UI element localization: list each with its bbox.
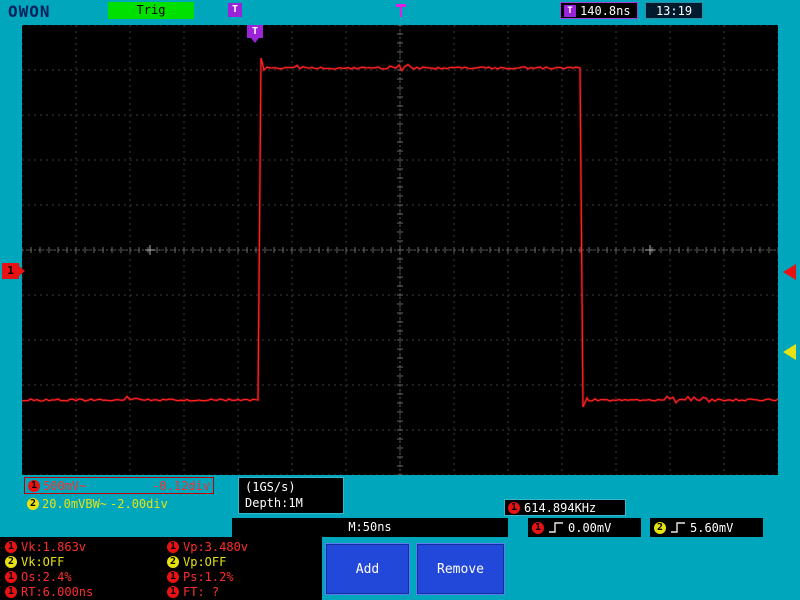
rising-edge-icon: [670, 521, 686, 534]
ch1-trigger-level-value: 0.00mV: [568, 521, 611, 535]
ch1-offset: -0.12div: [152, 479, 210, 493]
measurement-text: Vp:3.480v: [183, 540, 248, 554]
trigger-icon: T: [228, 3, 242, 17]
sample-rate: (1GS/s): [245, 479, 337, 495]
measurement-text: FT: ?: [183, 585, 219, 599]
add-button[interactable]: Add: [325, 543, 410, 595]
ch1-info-box: 1 500mV~ -0.12div: [24, 477, 214, 494]
ch1-trigger-level-arrow[interactable]: [783, 264, 796, 280]
measurement-fall-time: 1 FT: ?: [164, 585, 316, 599]
measurement-panel: 1 Vk:1.863v 1 Vp:3.480v 2 Vk:OFF 2 Vp:OF…: [0, 537, 322, 600]
ch1-zero-level-marker[interactable]: 1: [2, 263, 19, 279]
freq-counter-value: 614.894KHz: [524, 501, 596, 515]
ch2-badge: 2: [5, 556, 17, 568]
measurement-vp-ch2: 2 Vp:OFF: [164, 555, 316, 569]
measurement-vk-ch2: 2 Vk:OFF: [2, 555, 164, 569]
scope-display: [22, 25, 778, 475]
freq-counter-badge: 1: [508, 502, 520, 514]
clock: 13:19: [645, 2, 703, 19]
timebase-readout: M:50ns: [232, 518, 508, 537]
measurement-text: Ps:1.2%: [183, 570, 234, 584]
screen-center-marker-icon: [396, 4, 406, 17]
ch1-badge: 1: [5, 571, 17, 583]
remove-button[interactable]: Remove: [416, 543, 505, 595]
measurement-preshoot: 1 Ps:1.2%: [164, 570, 316, 584]
ch1-scale: 500mV~: [43, 479, 86, 493]
ch1-badge: 1: [28, 480, 40, 492]
measurement-overshoot: 1 Os:2.4%: [2, 570, 164, 584]
ch2-badge: 2: [167, 556, 179, 568]
ch2-trigger-level-value: 5.60mV: [690, 521, 733, 535]
measurement-vp-ch1: 1 Vp:3.480v: [164, 540, 316, 554]
ch1-badge: 1: [167, 586, 179, 598]
measurement-text: Vk:1.863v: [21, 540, 86, 554]
owon-logo: OWON: [8, 2, 51, 21]
trigger-status-badge: Trig: [108, 2, 194, 19]
rising-edge-icon: [548, 521, 564, 534]
measurement-text: Vp:OFF: [183, 555, 226, 569]
measurement-text: Vk:OFF: [21, 555, 64, 569]
ch2-offset: -2.00div: [110, 497, 168, 511]
ch1-badge: 1: [5, 541, 17, 553]
oscilloscope-screen: OWON Trig T T 140.8ns 13:19 T 1 1 500mV~…: [0, 0, 800, 600]
ch2-badge: 2: [27, 498, 39, 510]
measurement-text: RT:6.000ns: [21, 585, 93, 599]
measurement-vk-ch1: 1 Vk:1.863v: [2, 540, 164, 554]
memory-depth: Depth:1M: [245, 495, 337, 511]
ch1-badge: 1: [532, 522, 544, 534]
measurement-text: Os:2.4%: [21, 570, 72, 584]
measurement-rise-time: 1 RT:6.000ns: [2, 585, 164, 599]
ch2-trigger-level-readout: 2 5.60mV: [650, 518, 763, 537]
ch2-badge: 2: [654, 522, 666, 534]
trigger-time-value: 140.8ns: [580, 4, 631, 18]
ch1-badge: 1: [167, 571, 179, 583]
acquisition-info-box: (1GS/s) Depth:1M: [238, 477, 344, 514]
ch1-badge: 1: [5, 586, 17, 598]
trigger-position-marker[interactable]: T: [247, 25, 263, 38]
ch1-badge: 1: [167, 541, 179, 553]
frequency-counter: 1 614.894KHz: [504, 499, 626, 516]
trigger-icon: T: [564, 5, 576, 17]
ch2-info-box: 2 20.0mVBW~-2.00div: [24, 496, 214, 512]
waveform-plot: [22, 25, 778, 475]
ch2-scale: 20.0mVBW~: [42, 497, 107, 511]
ch2-trigger-level-arrow[interactable]: [783, 344, 796, 360]
ch1-trigger-level-readout: 1 0.00mV: [528, 518, 641, 537]
trigger-time-readout: T 140.8ns: [560, 2, 638, 19]
